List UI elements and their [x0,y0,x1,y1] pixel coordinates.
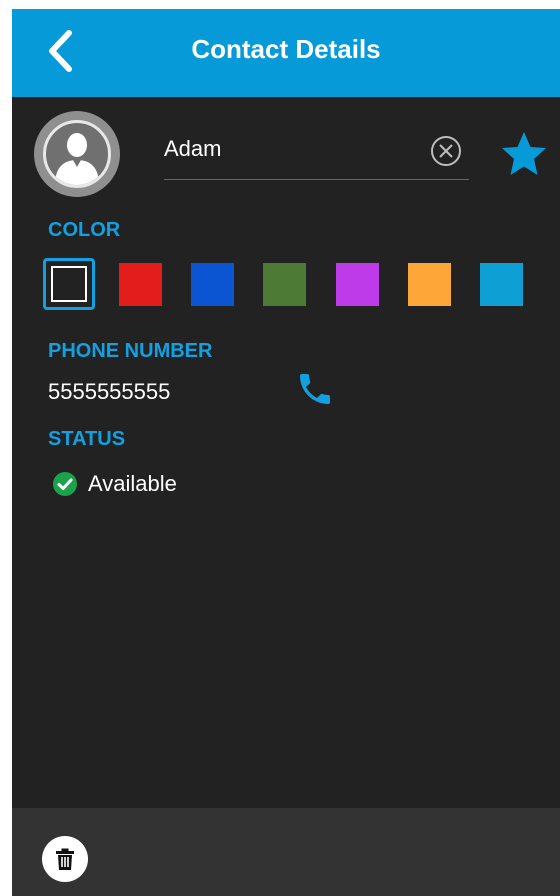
name-field [164,127,469,180]
page-title: Contact Details [191,34,381,64]
favorite-button[interactable] [499,129,549,179]
status-label: STATUS [48,428,126,450]
name-input[interactable] [164,133,414,165]
trash-icon [56,848,74,870]
swatch-cyan[interactable] [480,263,523,306]
person-icon [55,133,99,185]
swatch-blue[interactable] [191,263,234,306]
swatch-purple[interactable] [336,263,379,306]
footer-bar [12,808,560,896]
swatch-orange[interactable] [408,263,451,306]
swatch-none[interactable] [43,258,95,310]
clear-name-button[interactable] [429,134,463,168]
star-icon [502,132,546,175]
contact-details-screen: Contact Details COLOR [12,9,560,896]
clear-circle-icon [431,136,461,166]
status-value: Available [88,471,177,496]
swatch-green[interactable] [263,263,306,306]
color-picker [43,258,558,314]
phone-icon [300,374,330,404]
call-button[interactable] [295,369,335,409]
status-selector[interactable]: Available [52,469,177,499]
header-bar: Contact Details [12,9,560,97]
color-label: COLOR [48,219,121,241]
phone-number: 5555555555 [48,379,171,404]
swatch-red[interactable] [119,263,162,306]
check-circle-icon [53,472,77,496]
avatar[interactable] [34,111,120,197]
phone-number-label: PHONE NUMBER [48,340,213,362]
delete-contact-button[interactable] [42,836,88,882]
